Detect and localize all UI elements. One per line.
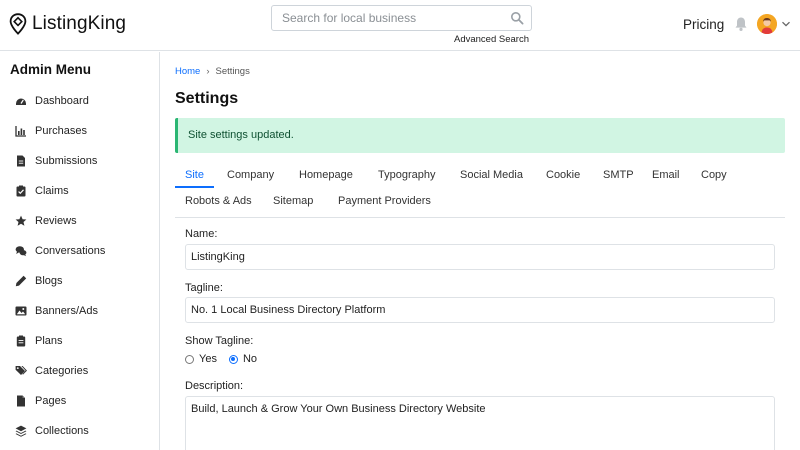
top-navbar: ListingKing Advanced Search Pricing — [0, 0, 800, 51]
description-textarea[interactable]: Build, Launch & Grow Your Own Business D… — [185, 396, 775, 450]
sidebar-item-claims[interactable]: Claims — [0, 176, 159, 206]
sidebar-item-collections[interactable]: Collections — [0, 416, 159, 446]
tab-copy[interactable]: Copy — [701, 162, 727, 188]
show-tagline-yes-label: Yes — [199, 353, 217, 365]
sidebar-item-label: Dashboard — [35, 95, 89, 107]
tab-company[interactable]: Company — [227, 162, 274, 188]
sidebar-item-label: Purchases — [35, 125, 87, 137]
show-tagline-no-label: No — [242, 353, 258, 365]
show-tagline-label: Show Tagline: — [185, 335, 254, 347]
name-label: Name: — [185, 228, 218, 240]
show-tagline-yes-option[interactable]: Yes — [185, 353, 217, 365]
tab-social-media[interactable]: Social Media — [460, 162, 523, 188]
image-icon — [15, 306, 27, 316]
file-icon — [17, 155, 25, 167]
breadcrumb-separator: › — [206, 66, 210, 77]
sidebar-item-label: Blogs — [35, 275, 63, 287]
show-tagline-no-option[interactable]: No — [228, 353, 258, 365]
pricing-link[interactable]: Pricing — [683, 17, 724, 32]
tagline-input[interactable] — [185, 297, 775, 323]
tagline-label: Tagline: — [185, 282, 223, 294]
breadcrumb-home-link[interactable]: Home — [175, 66, 200, 77]
star-icon — [15, 215, 27, 226]
sidebar-title: Admin Menu — [10, 62, 91, 77]
tab-homepage[interactable]: Homepage — [299, 162, 353, 188]
sidebar-item-label: Plans — [35, 335, 63, 347]
search-input[interactable] — [272, 6, 500, 30]
sidebar-item-label: Pages — [35, 395, 67, 407]
sidebar-item-label: Conversations — [35, 245, 106, 257]
tab-cookie[interactable]: Cookie — [546, 162, 580, 188]
sidebar-item-label: Reviews — [35, 215, 77, 227]
page-title: Settings — [175, 90, 239, 107]
tab-email[interactable]: Email — [652, 162, 680, 188]
clipboard-check-icon — [16, 185, 26, 197]
sidebar-item-label: Categories — [35, 365, 89, 377]
tab-typography[interactable]: Typography — [378, 162, 435, 188]
pencil-icon — [15, 275, 27, 287]
search-box — [271, 5, 532, 31]
sidebar-item-submissions[interactable]: Submissions — [0, 146, 159, 176]
tags-icon — [15, 366, 27, 375]
search-icon[interactable] — [510, 11, 524, 25]
success-alert: Site settings updated. — [175, 118, 785, 153]
chevron-down-icon[interactable] — [781, 20, 791, 28]
show-tagline-yes-radio[interactable] — [185, 354, 194, 364]
logo-text: ListingKing — [32, 13, 127, 34]
sidebar-item-label: Claims — [35, 185, 69, 197]
sidebar-item-reviews[interactable]: Reviews — [0, 206, 159, 236]
admin-sidebar: Admin Menu Dashboard Purchases Submissio… — [0, 52, 160, 450]
page-icon — [17, 395, 25, 407]
logo[interactable]: ListingKing — [9, 13, 126, 35]
tab-sitemap[interactable]: Sitemap — [273, 188, 313, 214]
sidebar-item-banners-ads[interactable]: Banners/Ads — [0, 296, 159, 326]
sidebar-item-dashboard[interactable]: Dashboard — [0, 86, 159, 116]
clipboard-icon — [16, 335, 26, 347]
tab-robots-ads[interactable]: Robots & Ads — [185, 188, 252, 214]
sidebar-item-purchases[interactable]: Purchases — [0, 116, 159, 146]
description-label: Description: — [185, 380, 244, 392]
sidebar-item-categories[interactable]: Categories — [0, 356, 159, 386]
show-tagline-radio-group: Yes No — [185, 353, 269, 365]
main-content: Home › Settings Settings Site settings u… — [161, 52, 800, 450]
sidebar-item-label: Submissions — [35, 155, 98, 167]
sidebar-item-conversations[interactable]: Conversations — [0, 236, 159, 266]
user-avatar[interactable] — [757, 14, 777, 34]
dashboard-icon — [16, 98, 26, 105]
comments-icon — [15, 246, 27, 257]
breadcrumb: Home › Settings — [175, 66, 250, 77]
advanced-search-link[interactable]: Advanced Search — [454, 34, 529, 45]
chart-icon — [15, 126, 26, 137]
name-input[interactable] — [185, 244, 775, 270]
tab-smtp[interactable]: SMTP — [603, 162, 634, 188]
sidebar-item-blogs[interactable]: Blogs — [0, 266, 159, 296]
tab-payment-providers[interactable]: Payment Providers — [338, 188, 431, 214]
sidebar-item-label: Collections — [35, 425, 89, 437]
layers-icon — [15, 425, 27, 437]
sidebar-item-plans[interactable]: Plans — [0, 326, 159, 356]
bell-icon[interactable] — [734, 16, 748, 32]
sidebar-item-pages[interactable]: Pages — [0, 386, 159, 416]
tab-site[interactable]: Site — [175, 162, 214, 188]
settings-tabs: Site Company Homepage Typography Social … — [175, 162, 785, 218]
avatar-illustration-icon — [757, 14, 777, 34]
map-pin-logo-icon — [9, 13, 27, 35]
sidebar-item-label: Banners/Ads — [35, 305, 98, 317]
breadcrumb-current: Settings — [215, 66, 250, 77]
show-tagline-no-radio[interactable] — [228, 354, 238, 364]
admin-menu: Dashboard Purchases Submissions Claims R… — [0, 86, 159, 446]
